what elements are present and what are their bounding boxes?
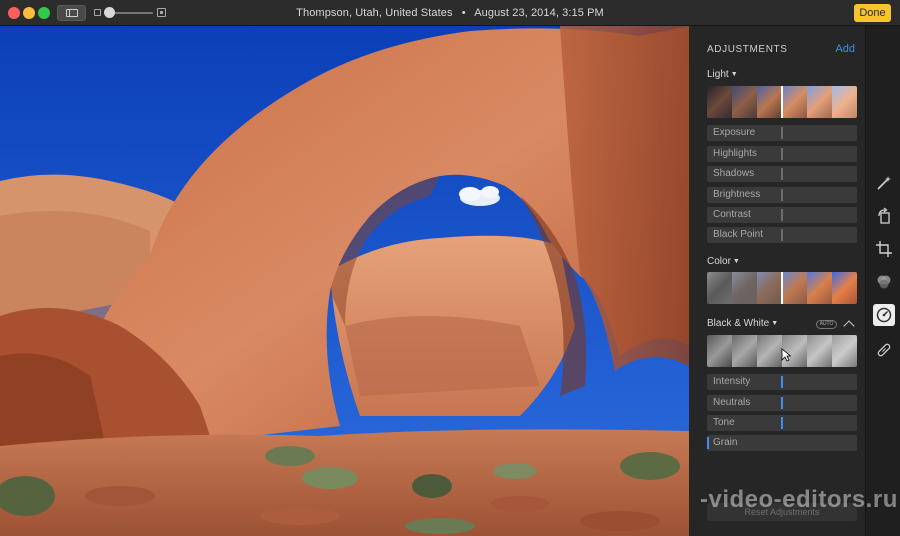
black-white-section-title[interactable]: Black & White ▼ [707, 318, 778, 329]
exposure-label: Exposure [713, 127, 756, 138]
photo-location: Thompson, Utah, United States [296, 7, 453, 19]
grain-slider[interactable]: Grain [707, 435, 857, 451]
shadows-slider[interactable]: Shadows [707, 166, 857, 182]
adjust-icon [876, 307, 892, 323]
chevron-down-icon: ▼ [771, 320, 779, 327]
magic-wand-icon[interactable] [875, 174, 893, 192]
light-section-title[interactable]: Light ▼ [707, 69, 738, 80]
add-adjustment-button[interactable]: Add [835, 43, 855, 55]
auto-button[interactable]: AUTO [816, 320, 837, 329]
chevron-up-icon[interactable] [843, 320, 855, 332]
title-bar: Thompson, Utah, United States • August 2… [0, 0, 900, 26]
retouch-icon[interactable] [875, 341, 893, 359]
rotate-icon[interactable] [875, 207, 893, 225]
photo-canvas[interactable] [0, 26, 689, 536]
adjust-tool-button[interactable] [873, 304, 895, 326]
highlights-slider[interactable]: Highlights [707, 146, 857, 162]
black-white-section-label: Black & White [707, 318, 770, 329]
intensity-slider[interactable]: Intensity [707, 374, 857, 390]
mouse-cursor-icon [781, 348, 791, 362]
black-white-thumbnail-strip[interactable] [707, 335, 857, 367]
exposure-slider[interactable]: Exposure [707, 125, 857, 141]
tone-slider[interactable]: Tone [707, 415, 857, 431]
brightness-label: Brightness [713, 189, 761, 200]
light-section-label: Light [707, 69, 729, 80]
highlights-label: Highlights [713, 148, 757, 159]
black-point-label: Black Point [713, 229, 764, 240]
chevron-down-icon: ▼ [730, 71, 738, 78]
title-separator: • [461, 7, 466, 19]
contrast-slider[interactable]: Contrast [707, 207, 857, 223]
grain-label: Grain [713, 437, 738, 448]
chevron-down-icon: ▼ [732, 258, 740, 265]
filters-icon[interactable] [875, 273, 893, 291]
tone-label: Tone [713, 417, 735, 428]
color-section-label: Color [707, 256, 731, 267]
shadows-label: Shadows [713, 168, 755, 179]
adjustments-title: ADJUSTMENTS [707, 44, 788, 55]
color-section-title[interactable]: Color ▼ [707, 256, 740, 267]
brightness-slider[interactable]: Brightness [707, 187, 857, 203]
right-panel: ADJUSTMENTS Add Light ▼ Exposure Highligh… [689, 26, 900, 536]
light-thumbnail-strip[interactable] [707, 86, 857, 118]
intensity-label: Intensity [713, 376, 751, 387]
adjustments-panel: ADJUSTMENTS Add Light ▼ Exposure Highligh… [689, 26, 866, 536]
black-point-slider[interactable]: Black Point [707, 227, 857, 243]
photo-datetime: August 23, 2014, 3:15 PM [474, 7, 604, 19]
color-strip-marker[interactable] [781, 272, 783, 304]
contrast-label: Contrast [713, 209, 751, 220]
color-thumbnail-strip[interactable] [707, 272, 857, 304]
crop-icon[interactable] [875, 240, 893, 258]
light-strip-marker[interactable] [781, 86, 783, 118]
photo-image [0, 26, 689, 536]
neutrals-label: Neutrals [713, 397, 751, 408]
done-button[interactable]: Done [854, 4, 891, 22]
neutrals-slider[interactable]: Neutrals [707, 395, 857, 411]
window-title: Thompson, Utah, United States • August 2… [0, 0, 900, 26]
watermark-text: -video-editors.ru [700, 486, 898, 513]
